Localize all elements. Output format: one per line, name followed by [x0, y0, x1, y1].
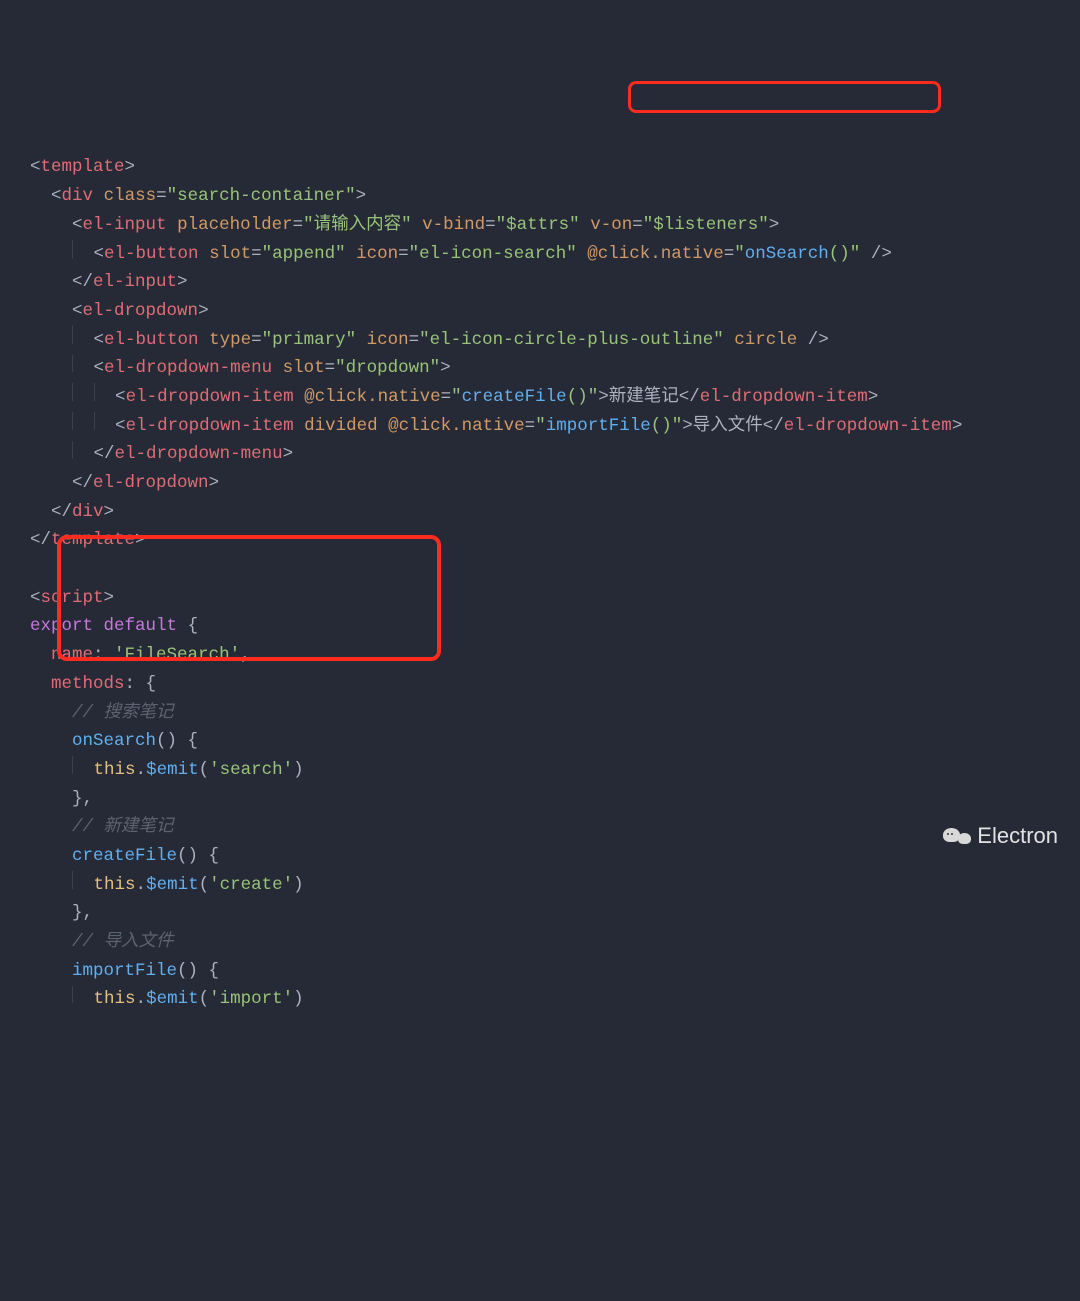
highlight-box-click-native [628, 81, 941, 113]
wechat-icon [943, 825, 971, 847]
tag-div: div [62, 186, 94, 206]
tag-el-dropdown: el-dropdown [83, 301, 199, 321]
comment-create: // 新建笔记 [72, 817, 174, 837]
tag-script: script [41, 588, 104, 608]
watermark-label: Electron [977, 818, 1058, 854]
comment-import: // 导入文件 [72, 932, 174, 952]
method-createfile: createFile [72, 846, 177, 866]
watermark: Electron [943, 818, 1058, 854]
method-importfile: importFile [72, 961, 177, 981]
tag-el-button: el-button [104, 244, 199, 264]
tag-template: template [41, 157, 125, 177]
method-onsearch: onSearch [72, 731, 156, 751]
comment-search: // 搜索笔记 [72, 703, 174, 723]
tag-el-input: el-input [83, 215, 167, 235]
